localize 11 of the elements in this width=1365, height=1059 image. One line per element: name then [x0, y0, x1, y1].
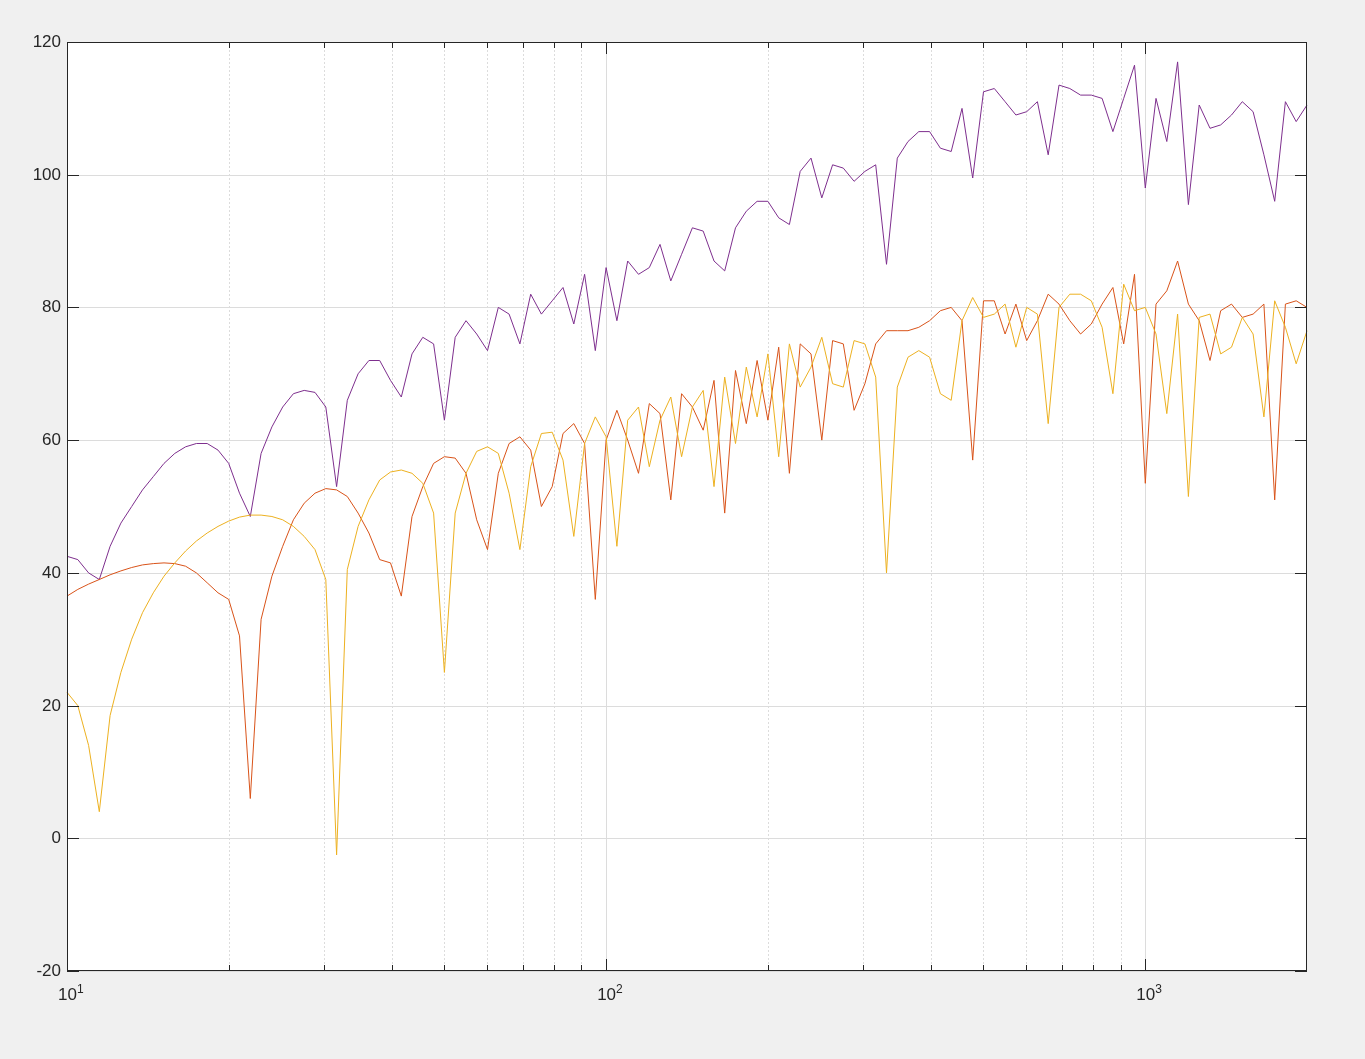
y-tick-label: 40 [42, 561, 61, 584]
y-tick-label: -20 [36, 960, 61, 982]
x-tick-label: 10$^{3}$ [1136, 984, 1162, 1006]
y-tick-label: 80 [42, 296, 61, 319]
y-tick-label: 60 [42, 429, 61, 452]
y-tick-label: 120 [32, 31, 61, 53]
x-tick-label: 10$^{1}$ [58, 984, 84, 1006]
x-tick-label: 10$^{2}$ [597, 984, 623, 1006]
y-tick-label: 20 [42, 694, 61, 717]
y-tick-label: 100 [32, 163, 61, 186]
y-tick-label: 0 [51, 827, 61, 850]
